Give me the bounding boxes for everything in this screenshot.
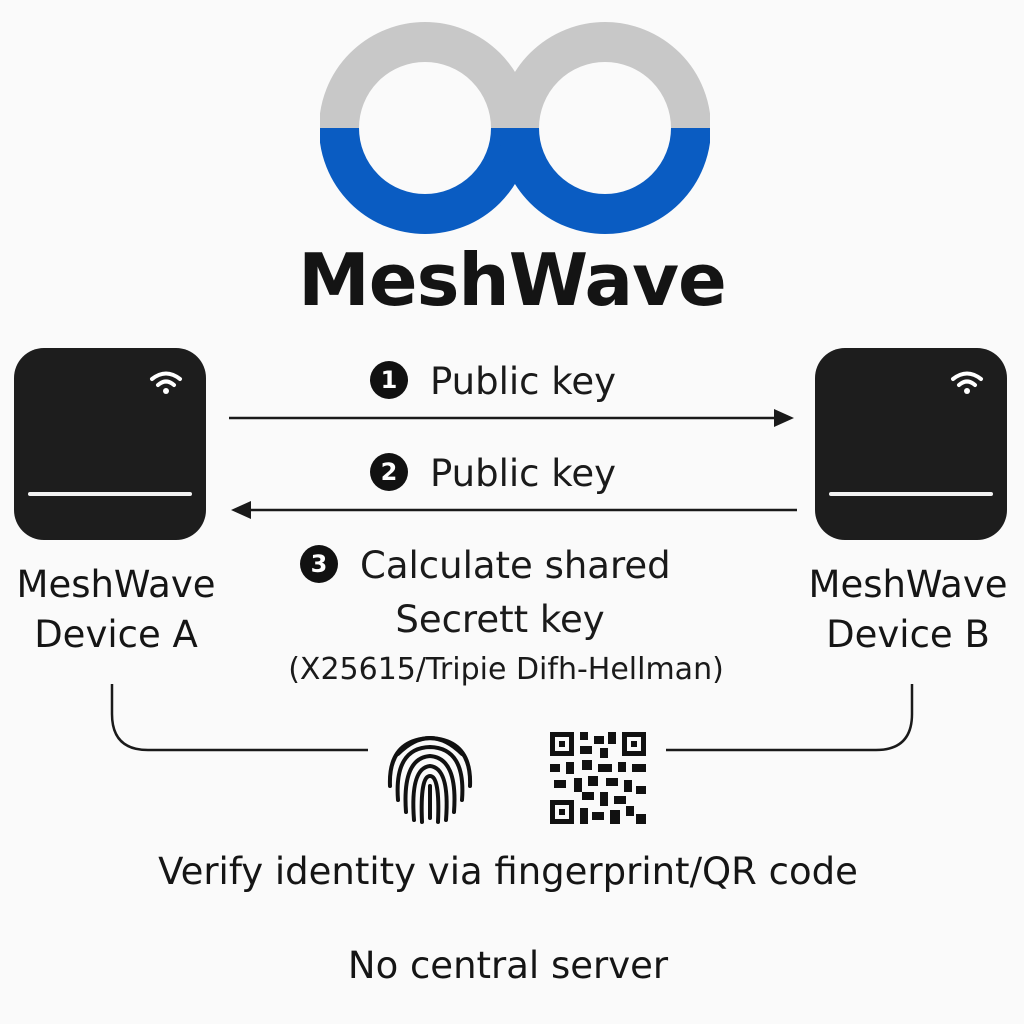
step-2: 2 Public key bbox=[370, 452, 616, 495]
step-1: 1 Public key bbox=[370, 360, 616, 403]
verify-identity-text: Verify identity via fingerprint/QR code bbox=[158, 850, 858, 893]
arrow-a-to-b bbox=[229, 409, 794, 427]
step-3-note: (X25615/Tripie Difh-Hellman) bbox=[288, 652, 724, 687]
step-number-badge: 3 bbox=[300, 544, 338, 583]
step-1-label: Public key bbox=[430, 360, 617, 403]
step-number-badge: 2 bbox=[370, 452, 408, 491]
step-3-label-line1: Calculate shared bbox=[360, 544, 671, 587]
step-2-label: Public key bbox=[430, 452, 617, 495]
connector-right bbox=[666, 684, 914, 752]
step-3-label-line2: Secrett key bbox=[395, 598, 605, 641]
arrow-b-to-a bbox=[231, 501, 797, 519]
fingerprint-icon bbox=[387, 735, 473, 824]
step-number-badge: 1 bbox=[370, 360, 408, 399]
connector-left bbox=[110, 684, 368, 752]
step-3: 3 Calculate shared bbox=[300, 544, 671, 587]
qr-code-icon bbox=[550, 732, 646, 824]
no-central-server-text: No central server bbox=[347, 944, 669, 987]
